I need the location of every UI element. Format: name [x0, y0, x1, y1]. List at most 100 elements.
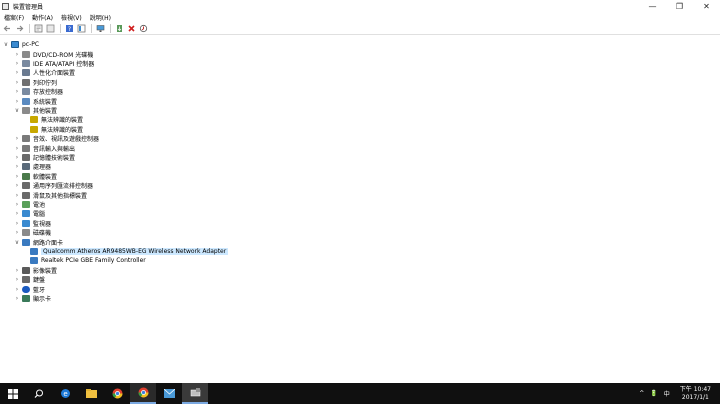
chevron-right-icon[interactable]: ›	[14, 192, 20, 199]
windows-start-icon[interactable]	[0, 383, 26, 404]
tray-overflow-icon[interactable]: ^	[639, 390, 644, 397]
chevron-right-icon[interactable]: ›	[14, 229, 20, 236]
chevron-right-icon[interactable]: ›	[14, 154, 20, 161]
close-button[interactable]: ✕	[693, 0, 720, 12]
chrome-icon[interactable]	[104, 383, 130, 404]
chevron-right-icon[interactable]: ›	[14, 182, 20, 189]
chevron-right-icon[interactable]: ›	[14, 98, 20, 105]
device-tree[interactable]: ∨ pc-PC › DVD/CD-ROM 光碟機 › IDE ATA/ATAPI…	[0, 40, 720, 383]
chevron-right-icon[interactable]: ›	[14, 210, 20, 217]
dvd-icon	[22, 50, 30, 58]
forward-icon[interactable]	[14, 23, 25, 34]
chevron-right-icon[interactable]: ›	[14, 135, 20, 142]
minimize-button[interactable]: —	[639, 0, 666, 12]
tree-item[interactable]: › 記憶體技術裝置	[14, 153, 75, 162]
tree-item[interactable]: › 系統裝置	[14, 96, 57, 106]
input-method-indicator[interactable]: 中	[664, 389, 670, 398]
chevron-right-icon[interactable]: ›	[14, 173, 20, 180]
tree-item[interactable]: › 存放控制器	[14, 87, 63, 96]
network-adapter-icon	[30, 257, 38, 265]
tree-item[interactable]: › 通用序列匯流排控制器	[14, 181, 93, 190]
chevron-right-icon[interactable]: ›	[14, 276, 20, 283]
tree-item[interactable]: ∨ 網路介面卡	[14, 237, 63, 247]
tree-item[interactable]: › 電池	[14, 200, 45, 209]
printer-icon	[22, 78, 30, 86]
chevron-right-icon[interactable]: ›	[14, 286, 20, 293]
tree-child-selected[interactable]: Qualcomm Atheros AR9485WB-EG Wireless Ne…	[30, 247, 229, 256]
tree-item[interactable]: › 列印佇列	[14, 78, 57, 87]
title-bar: 裝置管理員 — ❐ ✕	[0, 0, 720, 12]
tree-item[interactable]: › 影像裝置	[14, 266, 57, 275]
update-driver-icon[interactable]	[114, 23, 125, 34]
system-device-icon	[22, 97, 30, 105]
chrome-icon[interactable]	[130, 383, 156, 404]
tree-child[interactable]: Realtek PCIe GBE Family Controller	[30, 256, 146, 265]
tree-item[interactable]: › 藍牙	[14, 284, 45, 294]
view-icon[interactable]	[76, 23, 87, 34]
chevron-down-icon[interactable]: ∨	[14, 239, 20, 246]
ide-controller-icon	[22, 59, 30, 67]
battery-icon	[22, 200, 30, 208]
tree-item[interactable]: ∨ 其他裝置	[14, 106, 57, 115]
clock[interactable]: 下午 10:47 2017/1/1	[677, 386, 714, 402]
help-icon[interactable]: ?	[64, 23, 75, 34]
menu-bar: 檔案(F) 動作(A) 檢視(V) 說明(H)	[0, 12, 720, 22]
clock-time: 下午 10:47	[679, 385, 711, 393]
search-icon[interactable]	[26, 383, 52, 404]
tree-child[interactable]: 無法辨識的裝置	[30, 115, 83, 124]
back-icon[interactable]	[2, 23, 13, 34]
menu-view[interactable]: 檢視(V)	[61, 13, 82, 22]
chevron-right-icon[interactable]: ›	[14, 51, 20, 58]
network-icon	[22, 238, 30, 246]
chevron-right-icon[interactable]: ›	[14, 69, 20, 76]
chevron-right-icon[interactable]: ›	[14, 163, 20, 170]
file-explorer-icon[interactable]	[78, 383, 104, 404]
tree-item[interactable]: › DVD/CD-ROM 光碟機	[14, 49, 93, 59]
refresh-icon[interactable]	[45, 23, 56, 34]
chevron-down-icon[interactable]: ∨	[14, 107, 20, 114]
uninstall-icon[interactable]	[126, 23, 137, 34]
network-adapter-icon	[30, 247, 38, 255]
tree-item[interactable]: › 鍵盤	[14, 275, 45, 284]
battery-icon[interactable]: 🔋	[650, 390, 657, 397]
tree-item[interactable]: › 音訊輸入與輸出	[14, 143, 75, 153]
chevron-right-icon[interactable]: ›	[14, 220, 20, 227]
chevron-down-icon[interactable]: ∨	[3, 41, 9, 48]
scan-icon[interactable]	[138, 23, 149, 34]
restore-button[interactable]: ❐	[666, 0, 693, 12]
chevron-right-icon[interactable]: ›	[14, 88, 20, 95]
clock-date: 2017/1/1	[681, 393, 709, 401]
tree-item[interactable]: › 監視器	[14, 219, 51, 228]
tree-item[interactable]: › 音效、視訊及遊戲控制器	[14, 134, 99, 143]
audio-io-icon	[22, 144, 30, 152]
tree-item[interactable]: › 顯示卡	[14, 294, 51, 303]
menu-action[interactable]: 動作(A)	[32, 13, 53, 22]
tree-root[interactable]: ∨ pc-PC	[3, 40, 39, 49]
tree-item[interactable]: › 處理器	[14, 162, 51, 171]
disk-icon	[22, 229, 30, 237]
taskbar: e ^ 🔋 中 下午 10:47 2017/1/1	[0, 383, 720, 404]
menu-help[interactable]: 說明(H)	[90, 13, 111, 22]
properties-icon[interactable]	[33, 23, 44, 34]
chevron-right-icon[interactable]: ›	[14, 267, 20, 274]
chevron-right-icon[interactable]: ›	[14, 145, 20, 152]
chevron-right-icon[interactable]: ›	[14, 295, 20, 302]
tree-item[interactable]: › 軟體裝置	[14, 172, 57, 181]
tree-item[interactable]: › 人性化介面裝置	[14, 68, 75, 77]
tree-item[interactable]: › 滑鼠及其他指標裝置	[14, 190, 87, 200]
menu-file[interactable]: 檔案(F)	[4, 13, 24, 22]
chevron-right-icon[interactable]: ›	[14, 79, 20, 86]
chevron-right-icon[interactable]: ›	[14, 60, 20, 67]
chevron-right-icon[interactable]: ›	[14, 201, 20, 208]
edge-icon[interactable]: e	[52, 383, 78, 404]
tree-item[interactable]: › 電腦	[14, 209, 45, 218]
mail-icon[interactable]	[156, 383, 182, 404]
device-manager-icon[interactable]	[182, 383, 208, 404]
audio-icon	[22, 135, 30, 143]
tree-item[interactable]: › 磁碟機	[14, 228, 51, 237]
tree-item[interactable]: › IDE ATA/ATAPI 控制器	[14, 59, 94, 68]
tree-child[interactable]: 無法辨識的裝置	[30, 125, 83, 134]
processor-icon	[22, 163, 30, 171]
window-title: 裝置管理員	[13, 3, 44, 11]
monitor-icon[interactable]	[95, 23, 106, 34]
